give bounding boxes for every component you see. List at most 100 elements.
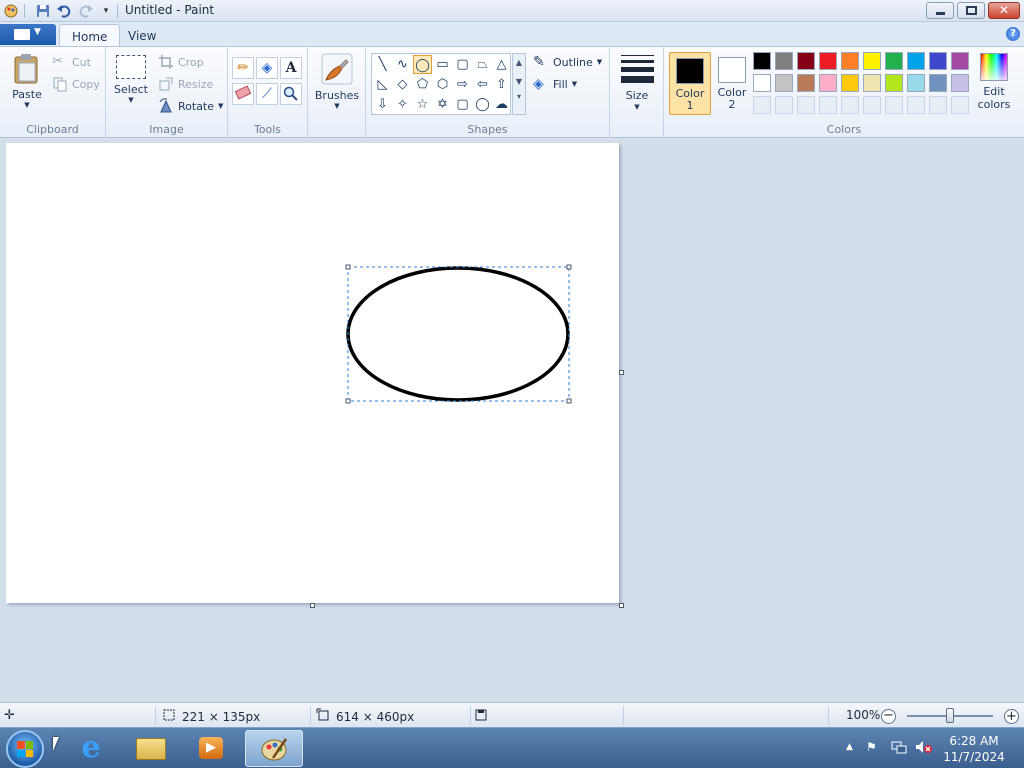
taskbar-file-explorer[interactable]	[122, 730, 180, 767]
left-arrow-shape-icon[interactable]: ⇦	[473, 75, 492, 94]
palette-swatch[interactable]	[797, 74, 815, 92]
rounded-callout-shape-icon[interactable]: ▢	[453, 95, 472, 114]
network-icon[interactable]	[891, 740, 907, 757]
system-clock[interactable]: 6:28 AM 11/7/2024	[936, 733, 1012, 765]
palette-swatch[interactable]	[775, 52, 793, 70]
palette-custom-slot[interactable]	[819, 96, 837, 114]
eraser-icon[interactable]	[232, 83, 254, 105]
taskbar-internet-explorer[interactable]: e	[64, 730, 122, 767]
minimize-button[interactable]	[926, 2, 954, 19]
palette-swatch[interactable]	[907, 74, 925, 92]
palette-swatch[interactable]	[775, 74, 793, 92]
zoom-slider-thumb[interactable]	[946, 708, 954, 723]
cloud-callout-shape-icon[interactable]: ☁	[492, 95, 511, 114]
fill-bucket-icon[interactable]: ◈	[256, 57, 278, 79]
palette-swatch[interactable]	[951, 74, 969, 92]
palette-custom-slot[interactable]	[929, 96, 947, 114]
up-arrow-shape-icon[interactable]: ⇧	[492, 75, 511, 94]
save-icon[interactable]	[35, 3, 51, 19]
chevron-up-icon[interactable]: ▲	[513, 58, 525, 67]
rotate-button[interactable]: Rotate ▼	[158, 98, 223, 114]
palette-swatch[interactable]	[797, 52, 815, 70]
selection-handle[interactable]	[566, 264, 572, 270]
four-point-star-shape-icon[interactable]: ✧	[393, 95, 412, 114]
oval-shape-icon[interactable]: ◯	[413, 55, 432, 74]
selection-handle[interactable]	[345, 264, 351, 270]
palette-swatch[interactable]	[885, 74, 903, 92]
palette-custom-slot[interactable]	[907, 96, 925, 114]
rounded-rectangle-shape-icon[interactable]: ▢	[453, 55, 472, 74]
palette-custom-slot[interactable]	[863, 96, 881, 114]
right-arrow-shape-icon[interactable]: ⇨	[453, 75, 472, 94]
palette-swatch[interactable]	[841, 52, 859, 70]
triangle-shape-icon[interactable]: △	[492, 55, 511, 74]
hexagon-shape-icon[interactable]: ⬡	[433, 75, 452, 94]
customize-quick-access-icon[interactable]: ▾	[98, 3, 114, 19]
selection-handle[interactable]	[345, 398, 351, 404]
zoom-slider[interactable]	[907, 708, 993, 723]
curve-shape-icon[interactable]: ∿	[393, 55, 412, 74]
edit-colors-button[interactable]: Edit colors	[973, 52, 1015, 111]
palette-custom-slot[interactable]	[797, 96, 815, 114]
action-center-flag-icon[interactable]: ⚑	[866, 740, 877, 754]
maximize-button[interactable]	[957, 2, 985, 19]
pentagon-shape-icon[interactable]: ⬠	[413, 75, 432, 94]
canvas-resize-handle-bottom[interactable]	[310, 603, 315, 608]
canvas-resize-handle-right[interactable]	[619, 370, 624, 375]
chevron-down-icon[interactable]: ▼	[513, 77, 525, 86]
palette-swatch[interactable]	[753, 74, 771, 92]
undo-icon[interactable]	[56, 3, 72, 19]
palette-swatch[interactable]	[885, 52, 903, 70]
canvas-resize-handle-corner[interactable]	[619, 603, 624, 608]
redo-icon[interactable]	[78, 3, 94, 19]
color-picker-icon[interactable]: ⟋	[256, 83, 278, 105]
oval-callout-shape-icon[interactable]: ◯	[473, 95, 492, 114]
taskbar-media-player[interactable]: ▶	[183, 730, 241, 767]
zoom-in-button[interactable]: +	[1004, 709, 1019, 724]
pencil-icon[interactable]: ✏	[232, 57, 254, 79]
rectangle-shape-icon[interactable]: ▭	[433, 55, 452, 74]
taskbar-paint[interactable]	[245, 730, 303, 767]
paint-menu-button[interactable]: ▼	[0, 24, 56, 45]
palette-swatch[interactable]	[929, 52, 947, 70]
line-shape-icon[interactable]: ╲	[373, 55, 392, 74]
tab-view[interactable]: View	[116, 24, 168, 46]
start-button[interactable]	[6, 730, 44, 768]
text-tool-icon[interactable]: A	[280, 57, 302, 79]
palette-custom-slot[interactable]	[841, 96, 859, 114]
palette-swatch[interactable]	[819, 52, 837, 70]
palette-swatch[interactable]	[863, 74, 881, 92]
diamond-shape-icon[interactable]: ◇	[393, 75, 412, 94]
size-button[interactable]: Size ▼	[615, 51, 659, 113]
palette-swatch[interactable]	[863, 52, 881, 70]
tab-home[interactable]: Home	[59, 24, 121, 46]
down-arrow-shape-icon[interactable]: ⇩	[373, 95, 392, 114]
palette-swatch[interactable]	[841, 74, 859, 92]
crop-button[interactable]: Crop	[158, 54, 204, 70]
paint-app-icon[interactable]	[3, 3, 19, 19]
color-2-button[interactable]: Color 2	[711, 52, 753, 115]
shapes-gallery-scroll[interactable]: ▲ ▼ ▾	[512, 53, 526, 115]
resize-button[interactable]: Resize	[158, 76, 213, 92]
volume-muted-icon[interactable]	[915, 740, 933, 757]
select-button[interactable]: Select ▼	[113, 55, 149, 104]
show-hidden-icons[interactable]: ▲	[846, 742, 853, 752]
brushes-button[interactable]: Brushes ▼	[313, 52, 361, 110]
palette-swatch[interactable]	[907, 52, 925, 70]
expand-gallery-icon[interactable]: ▾	[513, 92, 525, 101]
outline-button[interactable]: ✎ Outline ▼	[533, 54, 602, 70]
palette-custom-slot[interactable]	[951, 96, 969, 114]
selection-handle[interactable]	[566, 398, 572, 404]
magnifier-icon[interactable]	[280, 83, 302, 105]
drawn-oval[interactable]	[346, 266, 570, 402]
five-point-star-shape-icon[interactable]: ☆	[413, 95, 432, 114]
zoom-out-button[interactable]: −	[881, 709, 896, 724]
help-icon[interactable]: ?	[1006, 27, 1020, 41]
six-point-star-shape-icon[interactable]: ✡	[433, 95, 452, 114]
palette-custom-slot[interactable]	[775, 96, 793, 114]
drawing-canvas[interactable]	[6, 143, 619, 603]
close-button[interactable]: ✕	[988, 2, 1020, 19]
cut-button[interactable]: ✂ Cut	[52, 54, 91, 70]
paste-button[interactable]: Paste ▼	[8, 53, 46, 109]
palette-swatch[interactable]	[951, 52, 969, 70]
